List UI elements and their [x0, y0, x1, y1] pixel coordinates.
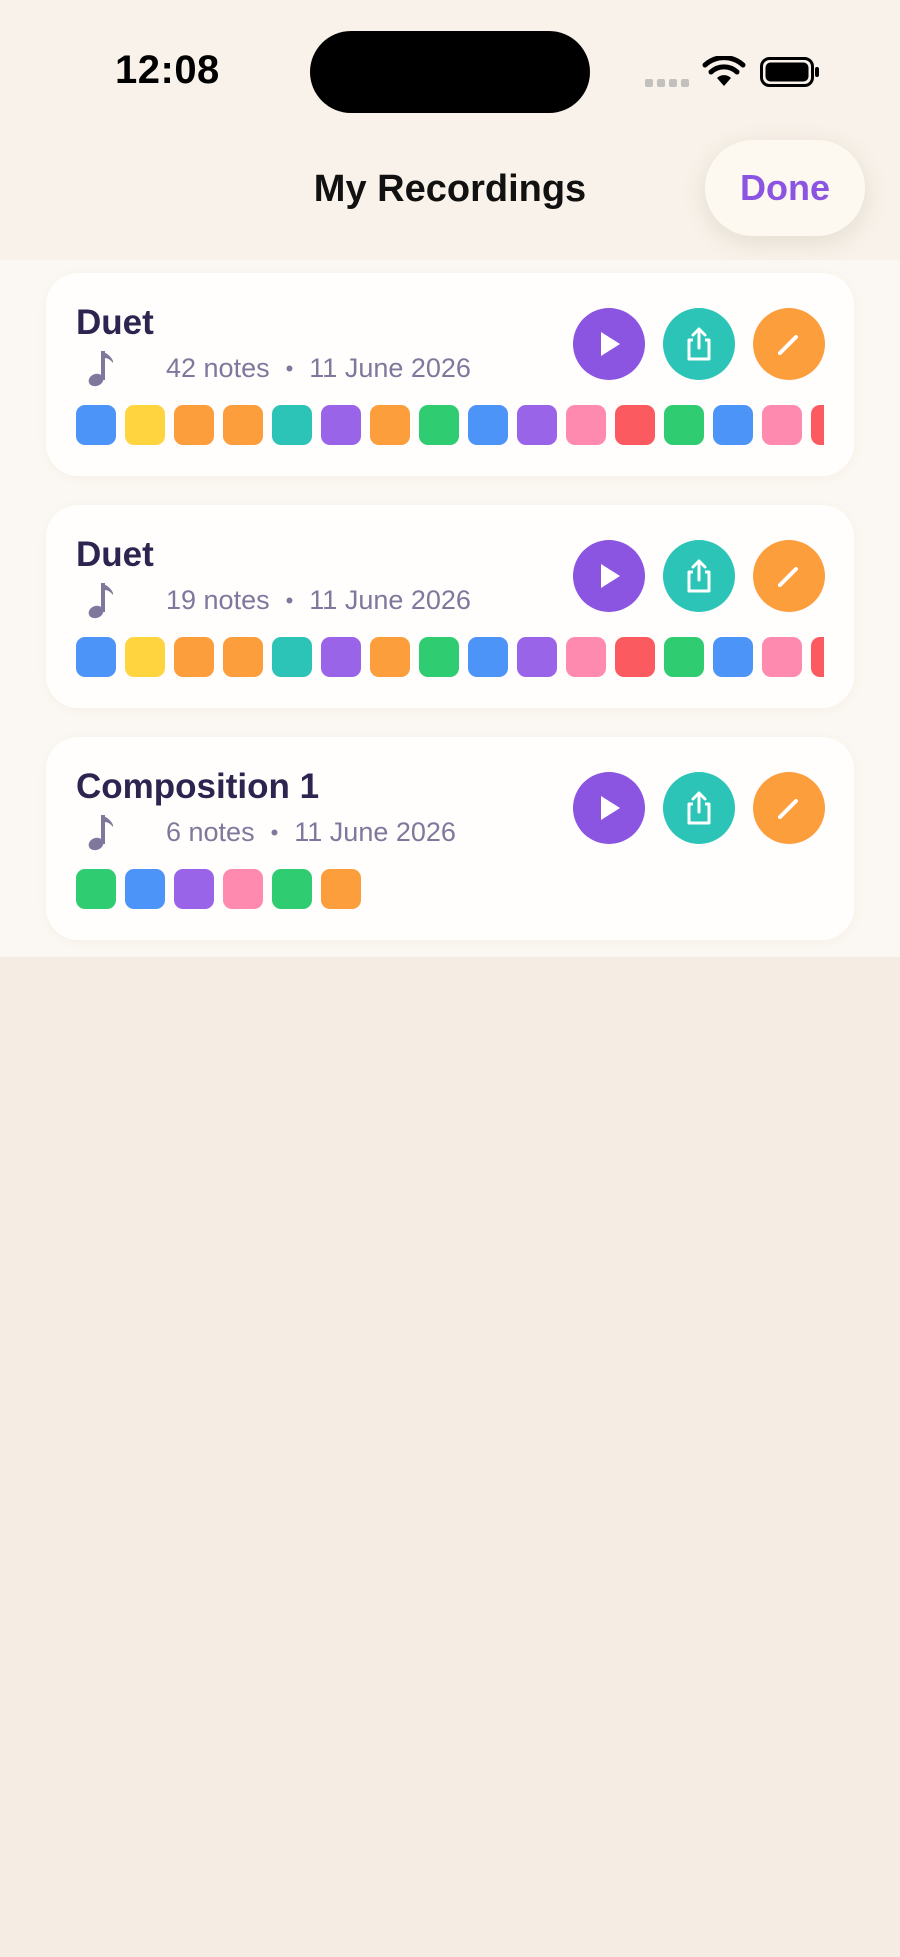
play-button[interactable]: [573, 772, 645, 844]
recording-title: Composition 1: [76, 767, 320, 806]
play-icon: [601, 796, 620, 820]
note-chip: [713, 637, 753, 677]
share-icon: [687, 327, 711, 361]
done-button[interactable]: Done: [705, 140, 865, 236]
play-button[interactable]: [573, 540, 645, 612]
note-count: 42 notes: [166, 353, 270, 383]
note-chip: [174, 637, 214, 677]
separator-dot: •: [285, 355, 294, 381]
recording-actions: [573, 308, 825, 380]
note-chip: [174, 405, 214, 445]
recording-actions: [573, 540, 825, 612]
note-color-strip: [76, 637, 824, 679]
note-chip: [76, 869, 116, 909]
note-chip: [370, 637, 410, 677]
recording-date: 11 June 2026: [309, 353, 471, 383]
note-chip: [713, 405, 753, 445]
note-chip: [419, 637, 459, 677]
note-chip: [566, 637, 606, 677]
edit-button[interactable]: [753, 772, 825, 844]
recording-title: Duet: [76, 303, 154, 342]
recording-date: 11 June 2026: [294, 817, 456, 847]
note-chip: [321, 869, 361, 909]
recording-date: 11 June 2026: [309, 585, 471, 615]
note-color-strip: [76, 405, 824, 447]
play-icon: [601, 332, 620, 356]
note-chip: [468, 405, 508, 445]
recording-title: Duet: [76, 535, 154, 574]
note-chip: [664, 405, 704, 445]
note-chip: [468, 637, 508, 677]
note-chip: [762, 637, 802, 677]
share-icon: [687, 559, 711, 593]
note-chip: [615, 637, 655, 677]
separator-dot: •: [285, 587, 294, 613]
note-chip: [811, 637, 824, 677]
note-chip: [174, 869, 214, 909]
note-chip: [223, 637, 263, 677]
music-note-icon: [88, 815, 113, 851]
wifi-icon: [702, 56, 746, 86]
share-icon: [687, 791, 711, 825]
pencil-icon: [778, 567, 798, 587]
note-chip: [76, 637, 116, 677]
recording-card[interactable]: Duet 42 notes • 11 June 2026: [46, 273, 854, 476]
note-chip: [272, 869, 312, 909]
note-chip: [125, 637, 165, 677]
recording-card[interactable]: Composition 1 6 notes • 11 June 2026: [46, 737, 854, 940]
play-icon: [601, 564, 620, 588]
note-count: 19 notes: [166, 585, 270, 615]
share-button[interactable]: [663, 772, 735, 844]
battery-icon: [760, 57, 819, 87]
pencil-icon: [778, 799, 798, 819]
separator-dot: •: [270, 819, 279, 845]
note-chip: [517, 637, 557, 677]
edit-button[interactable]: [753, 308, 825, 380]
share-button[interactable]: [663, 308, 735, 380]
note-chip: [370, 405, 410, 445]
note-chip: [615, 405, 655, 445]
note-count: 6 notes: [166, 817, 255, 847]
note-chip: [76, 405, 116, 445]
recording-meta: 42 notes • 11 June 2026: [166, 353, 471, 384]
recording-actions: [573, 772, 825, 844]
music-note-icon: [88, 351, 113, 387]
status-bar: 12:08: [0, 0, 900, 150]
note-chip: [566, 405, 606, 445]
note-chip: [762, 405, 802, 445]
note-chip: [272, 637, 312, 677]
note-chip: [419, 405, 459, 445]
music-note-icon: [88, 583, 113, 619]
note-chip: [321, 637, 361, 677]
note-chip: [664, 637, 704, 677]
share-button[interactable]: [663, 540, 735, 612]
recording-card[interactable]: Duet 19 notes • 11 June 2026: [46, 505, 854, 708]
note-chip: [223, 405, 263, 445]
note-chip: [321, 405, 361, 445]
note-chip: [517, 405, 557, 445]
recordings-list: Duet 42 notes • 11 June 2026 Duet 19 not…: [0, 260, 900, 957]
dynamic-island: [310, 31, 590, 113]
note-chip: [125, 405, 165, 445]
edit-button[interactable]: [753, 540, 825, 612]
note-chip: [272, 405, 312, 445]
note-color-strip: [76, 869, 824, 911]
recording-meta: 6 notes • 11 June 2026: [166, 817, 456, 848]
pencil-icon: [778, 335, 798, 355]
cellular-signal-icon: [645, 79, 689, 87]
note-chip: [223, 869, 263, 909]
play-button[interactable]: [573, 308, 645, 380]
status-time: 12:08: [115, 48, 220, 92]
note-chip: [811, 405, 824, 445]
note-chip: [125, 869, 165, 909]
recording-meta: 19 notes • 11 June 2026: [166, 585, 471, 616]
